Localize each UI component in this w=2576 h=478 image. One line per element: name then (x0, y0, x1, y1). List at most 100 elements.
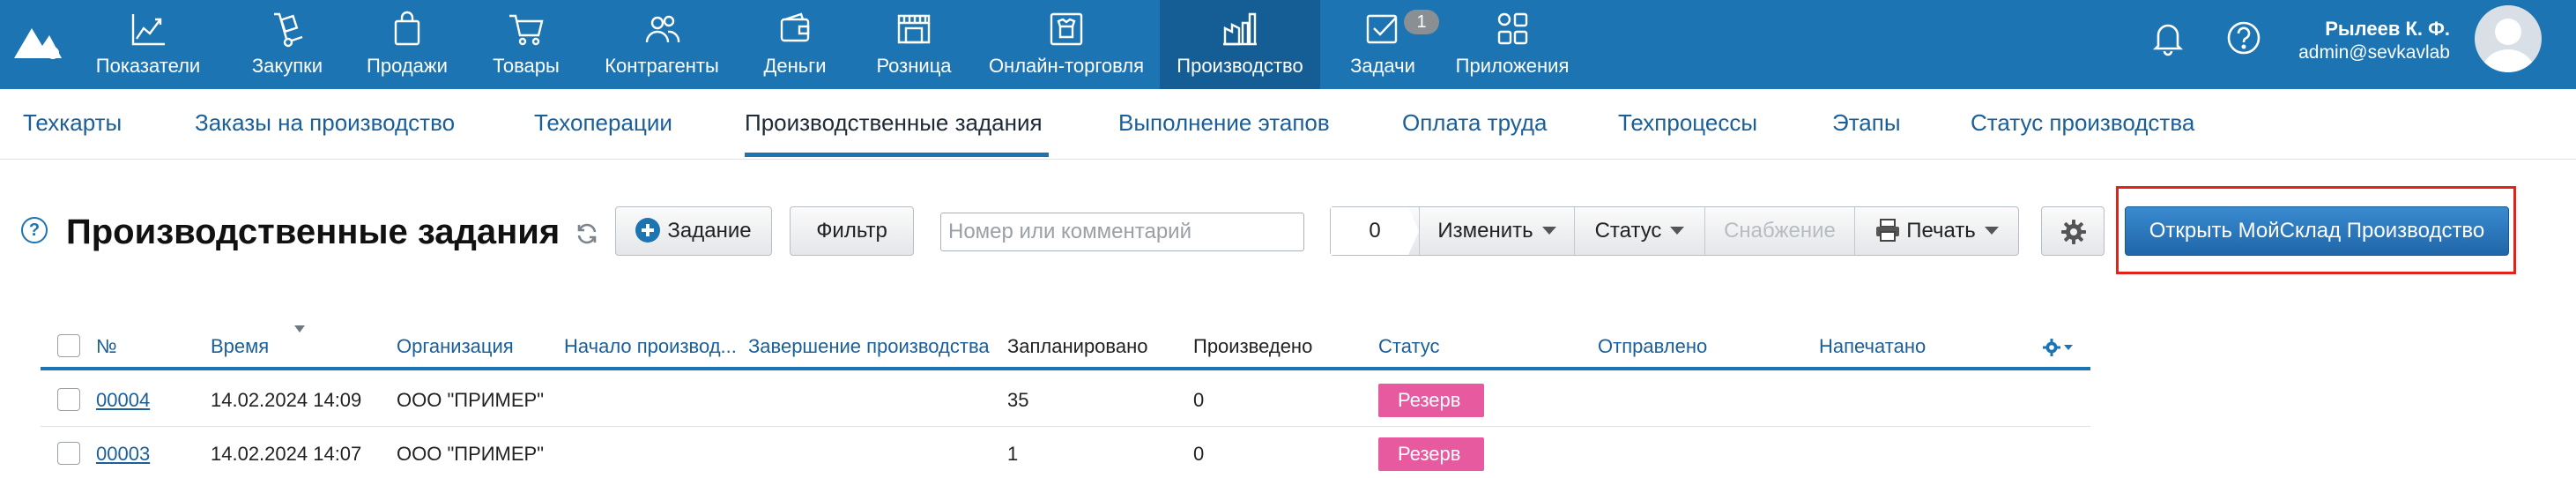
change-dropdown-button[interactable]: Изменить (1419, 207, 1574, 255)
row-organization: ООО "ПРИМЕР" (397, 389, 545, 411)
filter-button[interactable]: Фильтр (790, 206, 914, 256)
nav-item-production[interactable]: Производство (1160, 0, 1320, 89)
column-header-produced: Произведено (1193, 335, 1313, 357)
top-navigation-bar: Показатели Закупки Продажи Товары Контра… (0, 0, 2576, 89)
print-button-label: Печать (1906, 219, 1976, 243)
table-header-divider (41, 367, 2090, 370)
settings-button[interactable] (2041, 206, 2105, 256)
row-time: 14.02.2024 14:09 (211, 389, 362, 411)
selected-count: 0 (1369, 219, 1381, 243)
user-login[interactable]: admin@sevkavlab (2274, 41, 2450, 64)
gear-icon (2061, 220, 2086, 244)
store-icon (897, 14, 931, 44)
subnav-item-production-tasks[interactable]: Производственные задания (745, 89, 1043, 160)
bulk-actions-group: 0 Изменить Статус Снабжение Печать (1330, 206, 2019, 256)
nav-item-sales[interactable]: Продажи (356, 0, 458, 89)
factory-icon (1223, 12, 1257, 46)
row-organization: ООО "ПРИМЕР" (397, 443, 545, 465)
apps-icon (1497, 12, 1528, 45)
column-header-status[interactable]: Статус (1378, 335, 1484, 358)
change-button-label: Изменить (1437, 219, 1533, 243)
supply-button[interactable]: Снабжение (1704, 207, 1854, 255)
add-task-button[interactable]: Задание (615, 206, 772, 256)
nav-item-counterparties[interactable]: Контрагенты (596, 0, 728, 89)
subnav-item-production-orders[interactable]: Заказы на производство (195, 89, 455, 160)
column-header-planned: Запланировано (1007, 335, 1148, 357)
online-shop-icon (1050, 12, 1083, 46)
open-moysklad-production-button[interactable]: Открыть МойСклад Производство (2125, 206, 2509, 256)
refresh-icon[interactable] (575, 221, 599, 246)
subnav-item-stage-execution[interactable]: Выполнение этапов (1118, 89, 1330, 160)
subnav-item-techoperations[interactable]: Техоперации (534, 89, 672, 160)
row-produced: 0 (1193, 443, 1205, 465)
column-header-sent[interactable]: Отправлено (1598, 335, 1730, 358)
subnav-item-stages[interactable]: Этапы (1832, 89, 1901, 160)
row-planned: 35 (1007, 389, 1029, 411)
row-number-link[interactable]: 00003 (96, 443, 150, 466)
status-dropdown-button[interactable]: Статус (1574, 207, 1704, 255)
page-title: Производственные задания (66, 213, 560, 251)
nav-item-label: Продажи (367, 55, 448, 77)
row-number-link[interactable]: 00004 (96, 389, 150, 412)
sort-desc-icon (294, 325, 305, 332)
subnav-item-techcards[interactable]: Техкарты (23, 89, 122, 160)
chevron-down-icon[interactable] (2064, 345, 2073, 350)
row-divider (41, 426, 2090, 427)
row-checkbox[interactable] (57, 442, 80, 465)
column-header-time[interactable]: Время (211, 335, 343, 358)
nav-item-retail[interactable]: Розница (864, 0, 964, 89)
user-name[interactable]: Рылеев К. Ф. (2291, 18, 2450, 41)
nav-item-label: Показатели (95, 55, 201, 77)
column-header-printed[interactable]: Напечатано (1819, 335, 1951, 358)
column-header-number[interactable]: № (96, 335, 149, 358)
column-header-end[interactable]: Завершение производства (748, 335, 995, 358)
nav-item-dashboard[interactable]: Показатели (93, 0, 203, 89)
nav-item-label: Приложения (1455, 55, 1570, 77)
nav-item-label: Производство (1177, 55, 1303, 77)
notifications-bell-icon[interactable] (2148, 18, 2188, 58)
moysklad-logo-icon[interactable] (12, 23, 63, 62)
column-settings-gear-icon[interactable] (2042, 338, 2061, 357)
avatar[interactable] (2475, 5, 2542, 72)
filter-button-label: Фильтр (816, 219, 887, 243)
nav-item-label: Контрагенты (605, 55, 719, 77)
row-planned: 1 (1007, 443, 1019, 465)
nav-item-label: Деньги (763, 55, 827, 77)
page-help-icon[interactable]: ? (21, 217, 48, 243)
nav-item-apps[interactable]: Приложения (1451, 0, 1574, 89)
nav-item-money[interactable]: Деньги (747, 0, 843, 89)
row-produced: 0 (1193, 389, 1205, 411)
supply-button-label: Снабжение (1724, 219, 1836, 243)
status-badge: Резерв (1378, 437, 1484, 471)
printer-icon (1876, 218, 1900, 242)
search-input[interactable] (940, 213, 1304, 251)
print-dropdown-button[interactable]: Печать (1854, 207, 2018, 255)
tasks-icon (1366, 14, 1398, 44)
tasks-count-badge: 1 (1404, 10, 1439, 34)
subnav-item-labor-payment[interactable]: Оплата труда (1402, 89, 1548, 160)
nav-item-label: Задачи (1350, 55, 1415, 77)
nav-item-label: Онлайн-торговля (988, 55, 1145, 77)
nav-item-online-trade[interactable]: Онлайн-торговля (978, 0, 1154, 89)
column-header-start[interactable]: Начало производ... (564, 335, 740, 358)
help-icon[interactable] (2225, 19, 2262, 56)
nav-item-label: Товары (493, 55, 560, 77)
user-avatar-icon (2482, 19, 2535, 72)
chevron-down-icon (1541, 226, 1556, 235)
chevron-down-icon (1670, 226, 1685, 235)
status-badge: Резерв (1378, 384, 1484, 417)
shopping-bag-icon (394, 11, 420, 46)
production-subnav: Техкарты Заказы на производство Техопера… (0, 89, 2576, 160)
selected-count-field[interactable]: 0 (1331, 207, 1419, 255)
users-icon (645, 15, 680, 43)
chevron-down-icon (1984, 226, 1999, 235)
select-all-checkbox[interactable] (57, 334, 80, 357)
nav-item-purchases[interactable]: Закупки (236, 0, 338, 89)
active-tab-underline (745, 153, 1049, 157)
subnav-item-techprocesses[interactable]: Техпроцессы (1618, 89, 1757, 160)
row-checkbox[interactable] (57, 388, 80, 411)
wallet-icon (780, 12, 810, 42)
nav-item-products[interactable]: Товары (478, 0, 575, 89)
subnav-item-production-status[interactable]: Статус производства (1971, 89, 2194, 160)
column-header-organization[interactable]: Организация (397, 335, 538, 358)
